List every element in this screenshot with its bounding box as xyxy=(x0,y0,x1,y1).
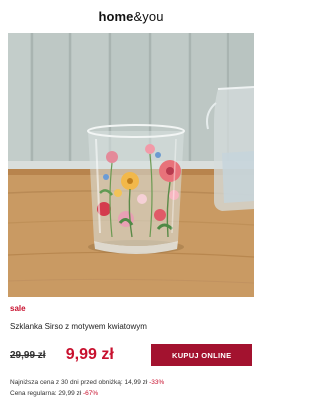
product-image[interactable] xyxy=(8,33,254,297)
buy-online-button[interactable]: KUPUJ ONLINE xyxy=(151,344,252,366)
product-info: sale Szklanka Sirso z motywem kwiatowym … xyxy=(0,297,262,399)
lowest-price-line: Najniższa cena z 30 dni przed obniżką: 1… xyxy=(10,377,252,388)
product-name[interactable]: Szklanka Sirso z motywem kwiatowym xyxy=(10,322,252,334)
header: home&you xyxy=(0,0,262,33)
regular-price-line: Cena regularna: 29,99 zł -67% xyxy=(10,388,252,399)
logo-you: &you xyxy=(133,9,164,24)
ad-card: home&you sale Szklanka Sirso z motywem k… xyxy=(0,0,262,400)
old-price: 29,99 zł xyxy=(10,349,46,361)
logo-home: home xyxy=(98,9,134,24)
regular-price-discount: -67% xyxy=(83,390,99,397)
price-row: 29,99 zł 9,99 zł KUPUJ ONLINE xyxy=(10,342,252,368)
new-price: 9,99 zł xyxy=(65,346,114,363)
lowest-price-text: Najniższa cena z 30 dni przed obniżką: 1… xyxy=(10,379,148,386)
brand-logo[interactable]: home&you xyxy=(98,9,163,24)
lowest-price-discount: -33% xyxy=(149,379,165,386)
price-details: Najniższa cena z 30 dni przed obniżką: 1… xyxy=(10,377,252,399)
regular-price-text: Cena regularna: 29,99 zł xyxy=(10,390,82,397)
sale-badge: sale xyxy=(10,304,26,313)
